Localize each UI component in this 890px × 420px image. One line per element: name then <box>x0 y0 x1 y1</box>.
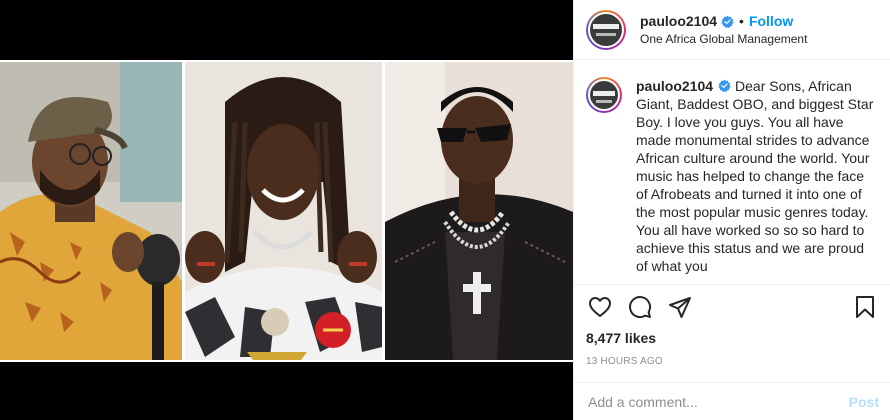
photo-center-image <box>185 62 382 360</box>
photo-right <box>385 62 573 360</box>
photo-left-image <box>0 62 182 360</box>
comment-bar: Post <box>574 382 890 420</box>
separator-dot: • <box>739 13 744 29</box>
post-actions: 8,477 likes 13 HOURS AGO <box>574 284 890 367</box>
caption-avatar[interactable] <box>586 77 622 113</box>
share-icon[interactable] <box>668 295 692 319</box>
caption-section: pauloo2104 Dear Sons, African Giant, Bad… <box>574 61 890 283</box>
author-username[interactable]: pauloo2104 <box>640 13 717 29</box>
comment-icon[interactable] <box>628 295 652 319</box>
post-sidebar: pauloo2104 • Follow One Africa Global Ma… <box>573 0 890 420</box>
likes-count[interactable]: 8,477 likes <box>586 330 879 346</box>
bookmark-icon[interactable] <box>853 295 877 319</box>
caption: pauloo2104 Dear Sons, African Giant, Bad… <box>636 77 876 283</box>
post-location[interactable]: One Africa Global Management <box>640 32 807 46</box>
action-icons <box>586 285 879 329</box>
post-comment-button[interactable]: Post <box>849 394 879 410</box>
comment-input[interactable] <box>588 393 849 410</box>
photo-right-image <box>385 62 573 360</box>
photo-center <box>185 62 382 360</box>
author-avatar[interactable] <box>586 9 626 50</box>
caption-username[interactable]: pauloo2104 <box>636 78 713 94</box>
follow-button[interactable]: Follow <box>749 13 793 29</box>
post-header: pauloo2104 • Follow One Africa Global Ma… <box>574 0 890 60</box>
verified-badge-icon <box>718 79 731 92</box>
author-row: pauloo2104 • Follow <box>640 13 807 29</box>
caption-text: Dear Sons, African Giant, Baddest OBO, a… <box>636 78 874 274</box>
heart-icon[interactable] <box>588 295 612 319</box>
verified-badge-icon <box>721 15 734 28</box>
photo-collage <box>0 60 573 362</box>
post-media <box>0 0 573 420</box>
post-timestamp[interactable]: 13 HOURS AGO <box>586 356 879 367</box>
author-info: pauloo2104 • Follow One Africa Global Ma… <box>640 13 807 46</box>
photo-left <box>0 62 182 360</box>
instagram-post-modal: pauloo2104 • Follow One Africa Global Ma… <box>0 0 890 420</box>
